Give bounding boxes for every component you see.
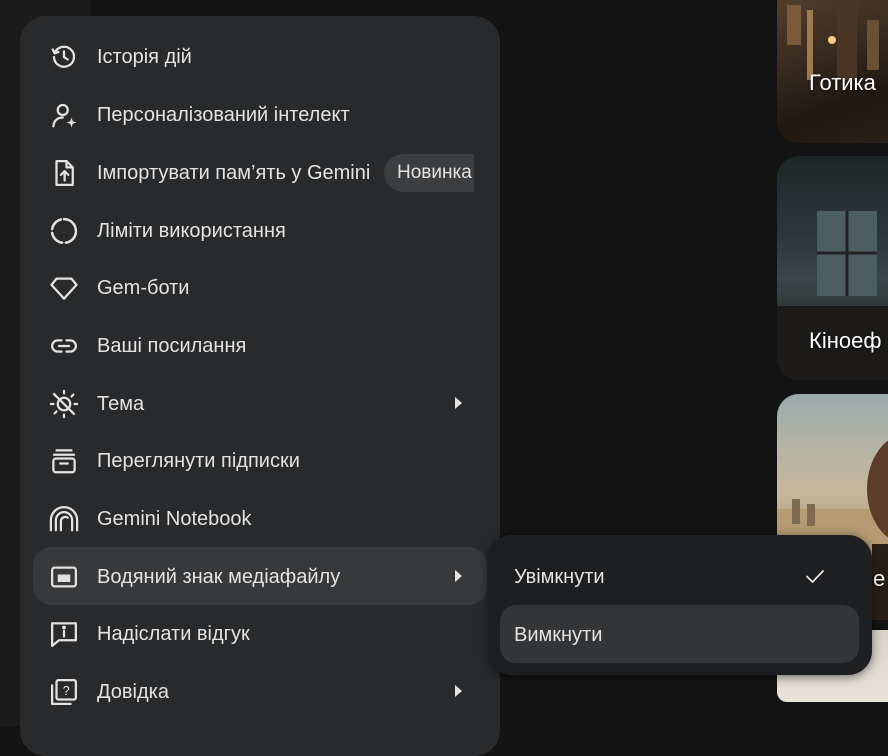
menu-item-label: Довідка	[97, 681, 169, 703]
submenu-item-label: Вимкнути	[514, 624, 603, 646]
menu-item-label: Водяний знак медіафайлу	[97, 566, 341, 588]
settings-menu: Історія дій Персоналізований інтелект Ім…	[20, 16, 500, 756]
menu-item-gemini-notebook[interactable]: Gemini Notebook	[33, 489, 487, 547]
menu-item-label: Персоналізований інтелект	[97, 104, 350, 126]
person-sparkle-icon	[49, 100, 79, 130]
menu-item-theme[interactable]: Тема	[33, 374, 487, 432]
menu-item-label: Імпортувати пам’ять у Gemini	[97, 162, 371, 184]
menu-item-label: Переглянути підписки	[97, 450, 300, 472]
submenu-item-enable[interactable]: Увімкнути	[500, 547, 859, 605]
card-label: е	[873, 566, 886, 591]
feedback-icon	[49, 619, 79, 649]
menu-item-your-links[interactable]: Ваші посилання	[33, 316, 487, 374]
chevron-right-icon	[455, 397, 462, 409]
menu-item-media-watermark[interactable]: Водяний знак медіафайлу	[33, 547, 487, 605]
menu-item-label: Історія дій	[97, 46, 192, 68]
svg-text:?: ?	[63, 684, 70, 698]
gem-icon	[49, 273, 79, 303]
submenu-item-label: Увімкнути	[514, 566, 605, 588]
menu-item-subscriptions[interactable]: Переглянути підписки	[33, 431, 487, 489]
menu-item-label: Надіслати відгук	[97, 623, 250, 645]
menu-item-activity[interactable]: Історія дій	[33, 27, 487, 85]
checkmark-icon	[806, 570, 824, 583]
theme-sun-icon	[49, 389, 79, 419]
menu-item-label: Ваші посилання	[97, 335, 247, 357]
menu-item-send-feedback[interactable]: Надіслати відгук	[33, 604, 487, 662]
menu-item-label: Gemini Notebook	[97, 508, 252, 530]
notebook-arcs-icon	[49, 504, 79, 534]
history-icon	[49, 42, 79, 72]
subscriptions-icon	[49, 446, 79, 476]
style-card-cinematic[interactable]: Кіноеф	[777, 156, 888, 380]
menu-item-label: Gem-боти	[97, 277, 190, 299]
menu-item-help[interactable]: ? Довідка	[33, 662, 487, 720]
card-label: Кіноеф	[809, 328, 882, 353]
usage-ring-icon	[49, 216, 79, 246]
submenu-item-disable[interactable]: Вимкнути	[500, 605, 859, 663]
chevron-right-icon	[455, 570, 462, 582]
link-icon	[49, 331, 79, 361]
menu-item-gems[interactable]: Gem-боти	[33, 258, 487, 316]
menu-item-label: Тема	[97, 393, 145, 415]
style-card-gothic[interactable]: Готика	[777, 0, 888, 143]
menu-item-label: Ліміти використання	[97, 220, 286, 242]
card-label: Готика	[809, 70, 876, 95]
watermark-submenu: Увімкнути Вимкнути	[488, 535, 872, 675]
menu-item-personal-intelligence[interactable]: Персоналізований інтелект	[33, 85, 487, 143]
help-icon: ?	[49, 677, 79, 707]
new-badge: Новинка	[384, 154, 474, 192]
menu-item-usage-limits[interactable]: Ліміти використання	[33, 201, 487, 259]
watermark-icon	[49, 562, 79, 592]
chevron-right-icon	[455, 685, 462, 697]
file-upload-icon	[49, 158, 79, 188]
